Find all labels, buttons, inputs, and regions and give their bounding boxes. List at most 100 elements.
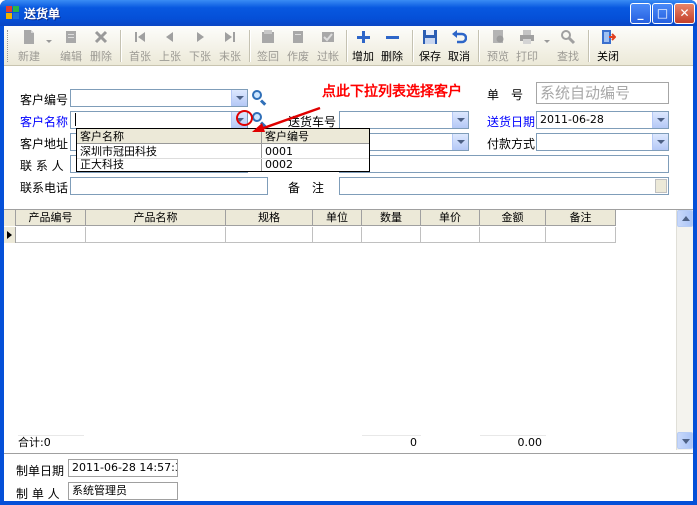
last-button[interactable]: 末张 [215, 28, 245, 64]
edit-label: 编辑 [60, 50, 82, 63]
customer-name-combo[interactable] [70, 111, 248, 129]
created-date-field: 2011-06-28 14:57:37 [68, 459, 178, 477]
cell-product-name[interactable] [86, 227, 226, 243]
dropdown-row-code[interactable]: 0002 [265, 158, 293, 171]
exit-label: 关闭 [597, 50, 619, 63]
created-date-label: 制单日期 [16, 464, 65, 478]
col-unit-price[interactable]: 单价 [421, 210, 480, 226]
print-label: 打印 [516, 50, 538, 63]
phone-field[interactable] [70, 177, 268, 195]
next-icon [192, 29, 208, 45]
delivery-date-label: 送货日期 [487, 115, 536, 129]
cell-remark[interactable] [546, 227, 616, 243]
post-button[interactable]: 过帐 [313, 28, 343, 64]
last-icon [222, 29, 238, 45]
scroll-up-button[interactable] [677, 210, 693, 227]
minimize-button[interactable]: _ [630, 3, 651, 24]
prev-button[interactable]: 上张 [155, 28, 185, 64]
delivery-vehicle-combo[interactable] [339, 111, 469, 129]
prev-icon [162, 29, 178, 45]
customer-address-label: 客户地址 [20, 137, 69, 151]
cell-spec[interactable] [226, 227, 313, 243]
preview-button[interactable]: 预览 [484, 28, 512, 64]
close-button[interactable]: ✕ [674, 3, 695, 24]
dropdown-row-name[interactable]: 深圳市冠田科技 [80, 145, 157, 158]
dropdown-row-code[interactable]: 0001 [265, 145, 293, 158]
remark-field[interactable] [339, 177, 669, 195]
delete-button[interactable]: 删除 [86, 28, 116, 64]
cancel-undo-icon [451, 29, 468, 45]
scroll-down-button[interactable] [677, 432, 693, 449]
row3-dropdown-button[interactable] [452, 134, 468, 150]
next-label: 下张 [189, 50, 211, 63]
window: 送货单 _ □ ✕ 新建 编辑 删除 首张 上张 下张 末张 签回 作废 过帐 … [0, 0, 697, 505]
cell-unit[interactable] [313, 227, 362, 243]
cell-quantity[interactable] [362, 227, 421, 243]
col-remark[interactable]: 备注 [546, 210, 616, 226]
current-row-indicator [4, 227, 16, 243]
customer-code-combo[interactable] [70, 89, 248, 107]
footer: 制单日期 2011-06-28 14:57:37 制 单 人 系统管理员 [4, 453, 693, 501]
grid-vertical-scrollbar[interactable] [676, 210, 693, 450]
edit-icon [63, 29, 79, 45]
col-amount[interactable]: 金额 [480, 210, 546, 226]
next-button[interactable]: 下张 [185, 28, 215, 64]
annotation-text: 点此下拉列表选择客户 [322, 84, 462, 100]
void-icon [290, 29, 306, 45]
last-label: 末张 [219, 50, 241, 63]
save-disk-icon [422, 29, 438, 45]
new-doc-icon [21, 29, 37, 45]
dropdown-row-name[interactable]: 正大科技 [80, 158, 124, 171]
cell-unit-price[interactable] [421, 227, 480, 243]
save-button[interactable]: 保存 [417, 28, 443, 64]
payment-method-label: 付款方式 [487, 137, 536, 151]
add-row-label: 增加 [352, 50, 374, 63]
col-product-code[interactable]: 产品编号 [16, 210, 86, 226]
cancel-label: 取消 [448, 50, 470, 63]
print-button[interactable]: 打印 [513, 28, 541, 64]
col-quantity[interactable]: 数量 [362, 210, 421, 226]
post-label: 过帐 [317, 50, 339, 63]
exit-button[interactable]: 关闭 [594, 28, 622, 64]
new-button[interactable]: 新建 [14, 28, 44, 64]
new-label: 新建 [18, 50, 40, 63]
payment-method-combo[interactable] [536, 133, 669, 151]
edit-button[interactable]: 编辑 [56, 28, 86, 64]
delivery-date-dropdown-button[interactable] [652, 112, 668, 128]
first-icon [132, 29, 148, 45]
table-row[interactable] [16, 227, 616, 243]
customer-code-label: 客户编号 [20, 93, 69, 107]
toolbar: 新建 编辑 删除 首张 上张 下张 末张 签回 作废 过帐 增加 删除 保存 取… [4, 26, 693, 66]
order-no-field: 系统自动编号 [536, 82, 669, 104]
delivery-vehicle-dropdown-button[interactable] [452, 112, 468, 128]
cell-amount[interactable] [480, 227, 546, 243]
maximize-button[interactable]: □ [652, 3, 673, 24]
find-button[interactable]: 查找 [554, 28, 582, 64]
void-button[interactable]: 作废 [283, 28, 313, 64]
add-row-button[interactable]: 增加 [350, 28, 376, 64]
title-bar[interactable]: 送货单 _ □ ✕ [0, 0, 697, 26]
col-unit[interactable]: 单位 [313, 210, 362, 226]
remark-spin-button[interactable] [655, 179, 667, 193]
cancel-button[interactable]: 取消 [446, 28, 472, 64]
totals-row: 合计:0 0 0.00 [4, 435, 676, 451]
delete-row-button[interactable]: 删除 [379, 28, 405, 64]
sign-back-button[interactable]: 签回 [253, 28, 283, 64]
void-label: 作废 [287, 50, 309, 63]
col-product-name[interactable]: 产品名称 [86, 210, 226, 226]
product-grid[interactable]: 产品编号 产品名称 规格 单位 数量 单价 金额 备注 合计:0 0 0.00 [4, 209, 693, 452]
exit-door-icon [600, 29, 617, 45]
annotation-arrow [252, 106, 321, 132]
col-spec[interactable]: 规格 [226, 210, 313, 226]
creator-field: 系统管理员 [68, 482, 178, 500]
first-button[interactable]: 首张 [125, 28, 155, 64]
order-no-label: 单 号 [487, 88, 524, 102]
payment-method-dropdown-button[interactable] [652, 134, 668, 150]
cell-product-code[interactable] [16, 227, 86, 243]
client-area: 新建 编辑 删除 首张 上张 下张 末张 签回 作废 过帐 增加 删除 保存 取… [4, 26, 693, 501]
delivery-date-picker[interactable]: 2011-06-28 [536, 111, 669, 129]
total-label: 合计:0 [18, 435, 84, 451]
app-icon [6, 6, 20, 20]
grid-header: 产品编号 产品名称 规格 单位 数量 单价 金额 备注 [4, 210, 616, 226]
row4-wide-field[interactable] [339, 155, 669, 173]
